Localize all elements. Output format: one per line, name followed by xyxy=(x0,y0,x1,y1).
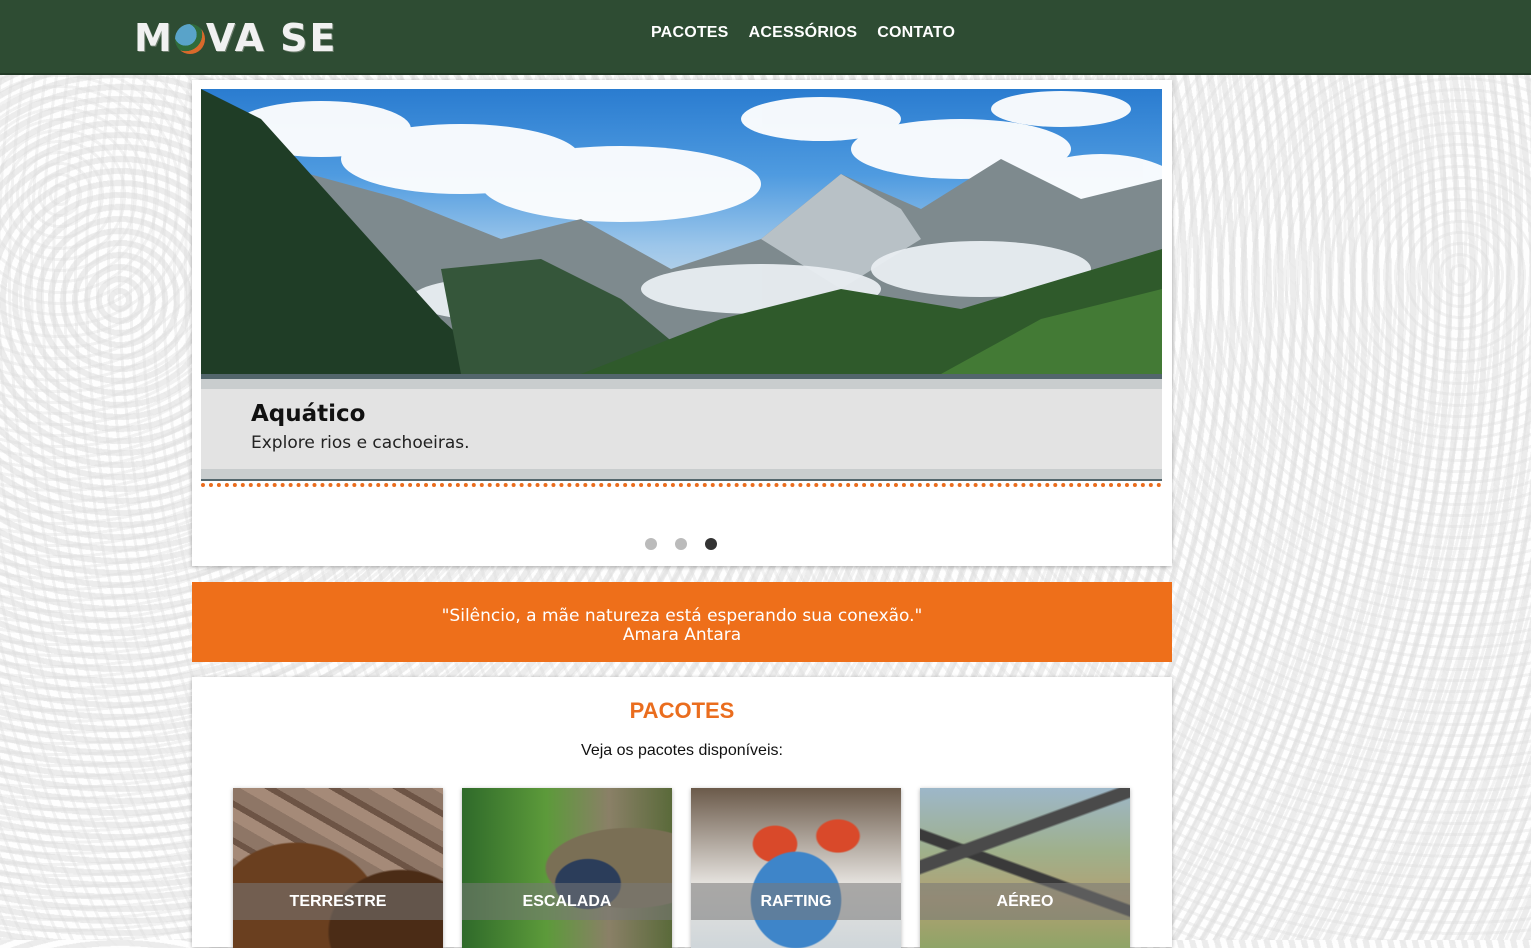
package-list: TERRESTRE ESCALADA RAFTING AÉREO xyxy=(233,788,1130,948)
package-label: ESCALADA xyxy=(462,883,672,920)
site-header: M VA SE PACOTES ACESSÓRIOS CONTATO xyxy=(0,0,1531,75)
carousel-dot-1[interactable] xyxy=(645,538,657,550)
carousel-dot-2[interactable] xyxy=(675,538,687,550)
caption-text: Explore rios e cachoeiras. xyxy=(251,433,470,453)
carousel-slide[interactable]: Aquático Explore rios e cachoeiras. xyxy=(201,89,1162,481)
carousel-dot-3[interactable] xyxy=(705,538,717,550)
package-label: AÉREO xyxy=(920,883,1130,920)
package-card-rafting[interactable]: RAFTING xyxy=(691,788,901,948)
package-card-terrestre[interactable]: TERRESTRE xyxy=(233,788,443,948)
globe-icon xyxy=(174,24,205,54)
logo[interactable]: M VA SE xyxy=(134,18,337,58)
hiking-boots-image xyxy=(233,788,443,948)
hero-carousel: Aquático Explore rios e cachoeiras. xyxy=(192,80,1172,566)
pacotes-section: PACOTES Veja os pacotes disponíveis: TER… xyxy=(192,677,1172,948)
carousel-indicators xyxy=(645,538,717,550)
dotted-divider xyxy=(201,483,1162,487)
package-card-aereo[interactable]: AÉREO xyxy=(920,788,1130,948)
package-label: RAFTING xyxy=(691,883,901,920)
nav-acessorios[interactable]: ACESSÓRIOS xyxy=(749,24,858,42)
rafting-image xyxy=(691,788,901,948)
section-subtitle: Veja os pacotes disponíveis: xyxy=(581,742,783,759)
quote-banner: "Silêncio, a mãe natureza está esperando… xyxy=(192,582,1172,662)
section-title: PACOTES xyxy=(629,698,735,723)
main-nav: PACOTES ACESSÓRIOS CONTATO xyxy=(651,24,955,42)
carousel-caption: Aquático Explore rios e cachoeiras. xyxy=(201,389,1162,469)
climbing-image xyxy=(462,788,672,948)
package-card-escalada[interactable]: ESCALADA xyxy=(462,788,672,948)
package-label: TERRESTRE xyxy=(233,883,443,920)
hang-glider-image xyxy=(920,788,1130,948)
nav-contato[interactable]: CONTATO xyxy=(877,24,955,42)
nav-pacotes[interactable]: PACOTES xyxy=(651,24,729,42)
quote-author: Amara Antara xyxy=(622,625,742,645)
quote-text: "Silêncio, a mãe natureza está esperando… xyxy=(441,606,923,626)
caption-title: Aquático xyxy=(251,401,366,427)
